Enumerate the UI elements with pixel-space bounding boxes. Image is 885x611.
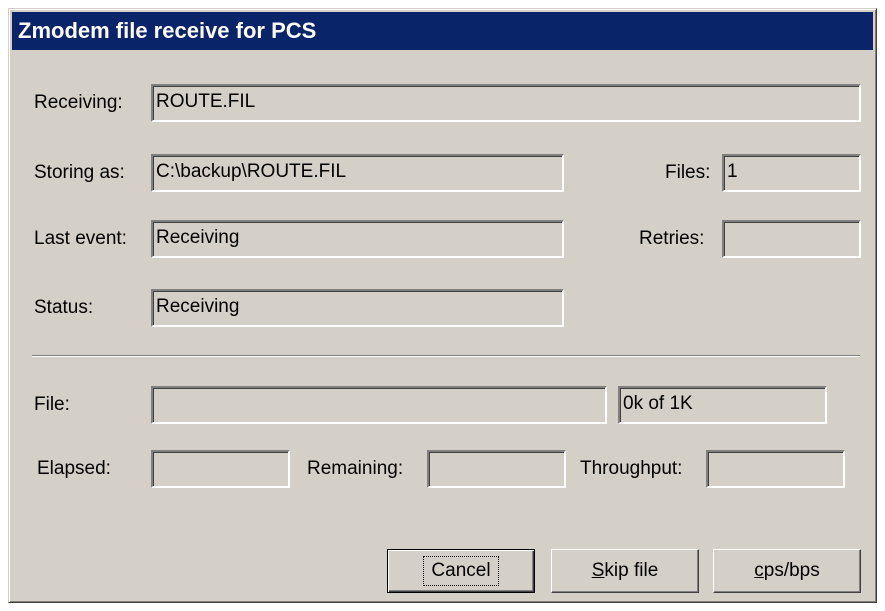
remaining-label: Remaining:: [307, 458, 404, 479]
remaining-field: [427, 450, 566, 488]
receiving-label: Receiving:: [34, 92, 123, 113]
skip-file-label: Skip file: [591, 560, 659, 581]
storing-as-field: C:\backup\ROUTE.FIL: [151, 154, 564, 192]
files-label: Files:: [665, 162, 711, 183]
separator: [32, 355, 860, 357]
cancel-button[interactable]: Cancel: [387, 549, 535, 593]
last-event-field: Receiving: [151, 220, 564, 258]
storing-as-label: Storing as:: [34, 162, 125, 183]
files-field: 1: [722, 154, 861, 192]
retries-label: Retries:: [639, 228, 705, 249]
receiving-field: ROUTE.FIL: [151, 84, 861, 122]
file-label: File:: [34, 394, 70, 415]
file-progress-text: 0k of 1K: [618, 386, 827, 424]
cps-bps-label: cps/bps: [754, 560, 820, 581]
cps-bps-button[interactable]: cps/bps: [713, 549, 861, 593]
throughput-label: Throughput:: [580, 458, 683, 479]
cancel-button-label: Cancel: [423, 556, 499, 586]
window-title: Zmodem file receive for PCS: [18, 18, 317, 43]
status-label: Status:: [34, 297, 94, 318]
skip-file-button[interactable]: Skip file: [551, 549, 699, 593]
zmodem-receive-dialog: Zmodem file receive for PCS Receiving: R…: [8, 8, 877, 603]
file-progress-bar: [151, 386, 607, 424]
status-field: Receiving: [151, 289, 564, 327]
title-bar[interactable]: Zmodem file receive for PCS: [12, 12, 873, 50]
elapsed-label: Elapsed:: [37, 458, 111, 479]
last-event-label: Last event:: [34, 228, 127, 249]
elapsed-field: [151, 450, 290, 488]
retries-field: [722, 220, 861, 258]
throughput-field: [706, 450, 845, 488]
